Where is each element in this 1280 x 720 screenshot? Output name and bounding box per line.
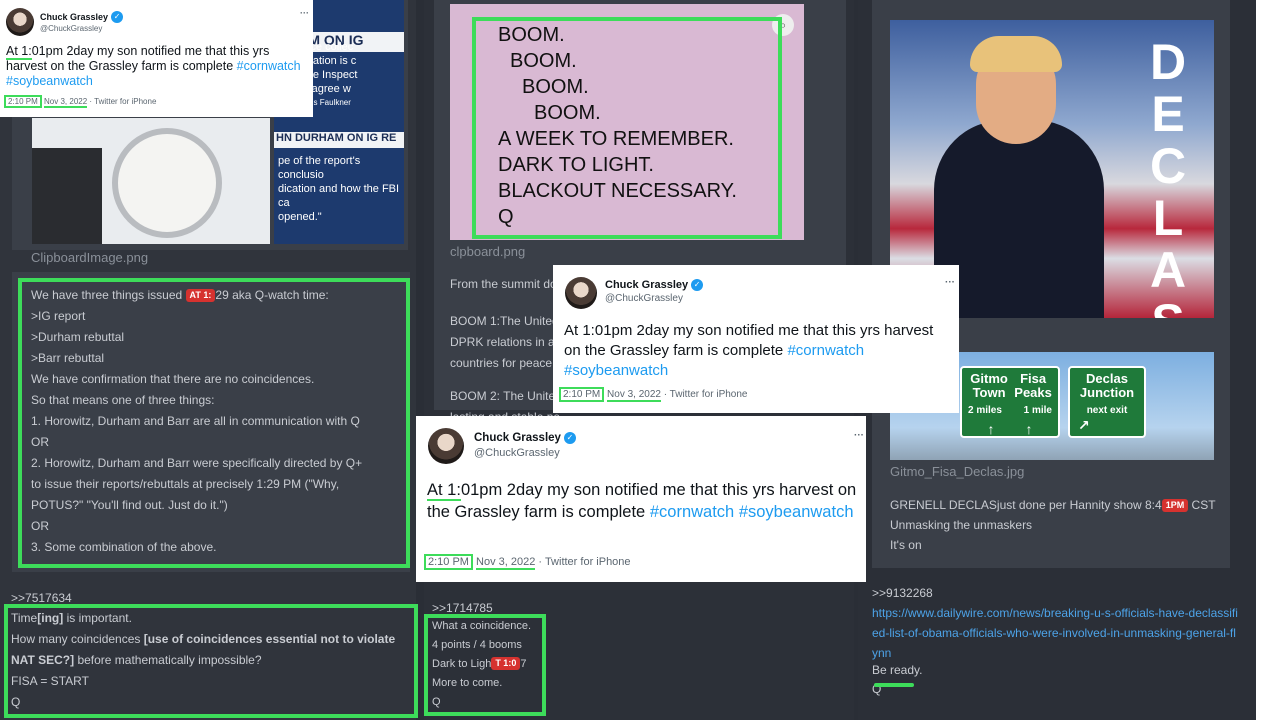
declas-lettering: D E C L A S [1149, 34, 1187, 318]
drop-line: So that means one of three things: [31, 393, 215, 407]
tweet-card[interactable]: Chuck Grassley ✓ @ChuckGrassley ··· At 1:… [416, 416, 866, 582]
time-badge: T 1:0 [491, 657, 521, 670]
verified-icon: ✓ [563, 432, 576, 444]
watch-face [112, 128, 222, 238]
news-banner-2: HN DURHAM ON IG RE [274, 132, 404, 148]
image-filename[interactable]: ClipboardImage.png [31, 250, 148, 265]
pen-shape [32, 148, 102, 244]
avatar[interactable] [565, 277, 597, 309]
image-filename[interactable]: clpboard.png [450, 244, 525, 259]
hashtag-link[interactable]: #soybeanwatch [6, 74, 93, 88]
road-sign: Gitmo Town Fisa Peaks 2 miles 1 mile ↑ ↑ [960, 366, 1060, 438]
q-drop-text-2: Time[ing] is important. How many coincid… [11, 608, 415, 713]
hashtag-link[interactable]: #cornwatch [787, 342, 864, 359]
q-drop-text: We have three things issued AT 1: 29 aka … [31, 285, 407, 558]
drop-line: We have confirmation that there are no c… [31, 372, 315, 386]
q-drop-text-3: What a coincidence. 4 points / 4 booms D… [432, 620, 532, 708]
image-filename[interactable]: Gitmo_Fisa_Declas.jpg [890, 464, 1024, 479]
time-badge: AT 1: [185, 289, 216, 302]
drop-line: >Durham rebuttal [31, 330, 125, 344]
verified-icon: ✓ [111, 11, 124, 23]
sign-row: Gitmo Town Fisa Peaks [970, 371, 1052, 400]
highlight-underline [874, 683, 914, 687]
right-edge-stripe [1256, 0, 1280, 720]
drop-line: We have three things issued AT 1: 29 aka … [31, 288, 329, 302]
time-badge: 1PM [1161, 499, 1189, 512]
highlight-box [472, 17, 782, 239]
road-sign: Declas Junction next exit ↗ [1068, 366, 1146, 438]
q-drop-text-4: GRENELL DECLASjust done per Hannity show… [890, 498, 1216, 552]
drop-line: OR [31, 435, 49, 449]
tweet-text: At 1:01pm 2day my son notified me that t… [564, 322, 934, 379]
tweet-author-handle[interactable]: @ChuckGrassley [605, 293, 683, 304]
tweet-card[interactable]: Chuck Grassley ✓ @ChuckGrassley ··· At 1:… [553, 265, 959, 413]
more-options-icon[interactable]: ··· [945, 277, 955, 288]
tweet-author-handle[interactable]: @ChuckGrassley [474, 447, 560, 459]
drop-line: Time[ing] is important. [11, 611, 132, 625]
boom-1-text: BOOM 1:The United DPRK relations in acc … [450, 314, 567, 370]
tweet-meta: 2:10 PM Nov 3, 2022 · Twitter for iPhone [559, 387, 748, 402]
avatar[interactable] [428, 428, 464, 464]
hashtag-link[interactable]: #soybeanwatch [739, 503, 854, 521]
figure-suit [934, 120, 1104, 318]
more-options-icon[interactable]: ··· [300, 8, 309, 18]
news-text-block-2: pe of the report's conclusio dication an… [278, 154, 404, 224]
drop-line: to issue their reports/rebuttals at prec… [31, 477, 340, 491]
drop-line: How many coincidences [use of coincidenc… [11, 632, 396, 646]
drop-line: NAT SEC?] before mathematically impossib… [11, 653, 262, 667]
tweet-time[interactable]: 2:10 PM [4, 95, 42, 108]
tweet-text: At 1:01pm 2day my son notified me that t… [6, 44, 301, 88]
post-reference-link[interactable]: >>9132268 [872, 583, 933, 604]
hashtag-link[interactable]: #soybeanwatch [564, 362, 668, 379]
verified-icon: ✓ [691, 279, 704, 291]
tweet-author-handle[interactable]: @ChuckGrassley [40, 24, 102, 33]
tweet-time[interactable]: 2:10 PM [424, 554, 473, 570]
tweet-text: At 1:01pm 2day my son notified me that t… [427, 481, 857, 521]
tweet-date[interactable]: Nov 3, 2022 [607, 389, 661, 402]
arrow-diagonal-icon: ↗ [1078, 417, 1090, 433]
drop-line: >IG report [31, 309, 86, 323]
drop-line: 3. Some combination of the above. [31, 540, 217, 554]
drop-line: 1. Horowitz, Durham and Barr are all in … [31, 414, 360, 428]
drop-line: >Barr rebuttal [31, 351, 105, 365]
drop-line: POTUS?" "You'll find out. Just do it.") [31, 498, 228, 512]
tweet-date[interactable]: Nov 3, 2022 [476, 556, 536, 570]
tweet-author-name[interactable]: Chuck Grassley ✓ [605, 279, 704, 291]
tweet-meta: 2:10 PM Nov 3, 2022 · Twitter for iPhone [424, 554, 631, 570]
avatar[interactable] [6, 8, 34, 36]
tweet-author-name[interactable]: Chuck Grassley ✓ [474, 432, 576, 444]
drop-line: 2. Horowitz, Durham and Barr were specif… [31, 456, 363, 470]
drop-line: OR [31, 519, 49, 533]
summit-text: From the summit do [450, 277, 557, 291]
news-line: pe of the report's conclusio [278, 155, 361, 181]
tweet-time[interactable]: 2:10 PM [559, 387, 605, 402]
figure-hair [970, 36, 1062, 72]
tweet-date[interactable]: Nov 3, 2022 [44, 97, 88, 108]
watch-image[interactable] [32, 118, 270, 244]
q-drop-text-5: Be ready. Q [872, 663, 923, 696]
news-line: opened." [278, 211, 322, 223]
tweet-author-name[interactable]: Chuck Grassley ✓ [40, 11, 124, 23]
tweet-card[interactable]: Chuck Grassley ✓ @ChuckGrassley ··· At 1:… [0, 0, 313, 117]
drop-line: Q [11, 695, 21, 709]
arrow-up-icon: ↑ ↑ [987, 421, 1033, 437]
drop-line: FISA = START [11, 674, 89, 688]
article-link[interactable]: https://www.dailywire.com/news/breaking-… [872, 603, 1238, 663]
more-options-icon[interactable]: ··· [854, 430, 864, 441]
hashtag-link[interactable]: #cornwatch [650, 503, 734, 521]
news-line: dication and how the FBI ca [278, 183, 400, 209]
hashtag-link[interactable]: #cornwatch [237, 59, 301, 73]
sign-row: 2 miles 1 mile [968, 405, 1052, 416]
tweet-meta: 2:10 PM Nov 3, 2022 · Twitter for iPhone [4, 95, 156, 108]
